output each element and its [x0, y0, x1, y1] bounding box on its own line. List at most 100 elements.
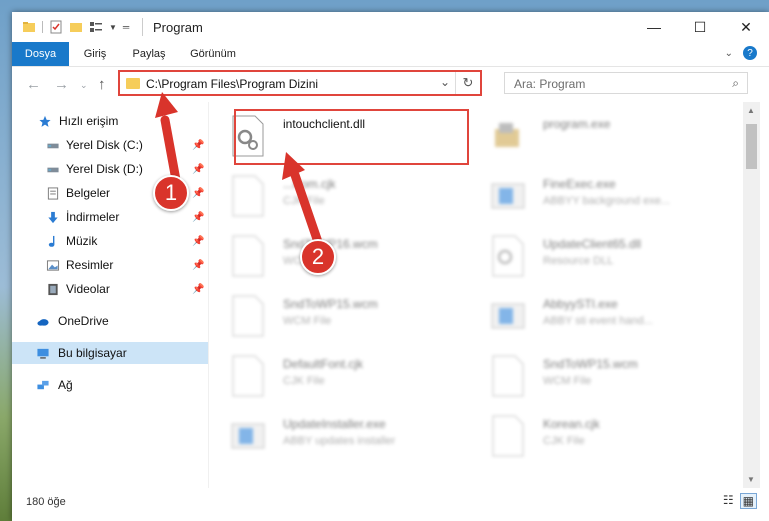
file-type: CJK File	[543, 435, 585, 447]
file-type: CJK File	[283, 375, 325, 387]
new-folder-icon[interactable]	[69, 20, 83, 34]
file-item[interactable]: Korean.cjk CJK File	[469, 407, 709, 463]
minimize-button[interactable]: —	[631, 12, 677, 42]
callout-badge-1: 1	[153, 175, 189, 211]
file-item[interactable]: SndToWP15.wcm WCM File	[209, 287, 449, 343]
chevron-down-icon[interactable]: ▼	[109, 23, 117, 32]
tab-share[interactable]: Paylaş	[122, 42, 176, 66]
maximize-button[interactable]: ☐	[677, 12, 723, 42]
sidebar-item-music[interactable]: Müzik 📌	[12, 230, 208, 252]
blank-file-icon	[232, 355, 264, 397]
help-icon[interactable]: ?	[743, 46, 757, 60]
cloud-icon	[37, 318, 49, 326]
star-icon	[39, 115, 51, 127]
details-view-icon[interactable]: ☷	[723, 493, 734, 509]
recent-locations-icon[interactable]: ⌄	[80, 80, 88, 91]
large-icons-view-icon[interactable]: ▦	[739, 493, 757, 509]
status-bar: 180 öğe ☷ ▦	[12, 488, 769, 521]
file-name: DefaultFont.cjk	[283, 357, 364, 371]
pin-icon: 📌	[192, 283, 205, 295]
sidebar-item-label: Müzik	[66, 234, 98, 248]
scroll-down-icon[interactable]: ▼	[747, 475, 755, 484]
title-bar: ▼ ═ Program — ☐ ✕	[12, 12, 769, 42]
ribbon-controls: ⌄ ?	[725, 46, 757, 60]
properties-icon[interactable]	[49, 20, 63, 34]
highlight-box	[234, 109, 469, 165]
forward-arrow-icon[interactable]: →	[54, 76, 69, 93]
pin-icon: 📌	[192, 139, 205, 151]
app-window-icon	[231, 423, 265, 449]
navigation-bar: ← → ⌄ ↑ C:\Program Files\Program Dizini …	[12, 67, 769, 101]
file-item[interactable]: program.exe	[469, 107, 709, 163]
ribbon-tabs: Dosya Giriş Paylaş Görünüm ⌄ ?	[12, 42, 769, 67]
file-type: Resource DLL	[543, 255, 614, 267]
app-window-icon	[491, 183, 525, 209]
file-type: ABBYY background exe...	[543, 195, 670, 207]
dll-gear-icon	[492, 235, 524, 277]
blank-file-icon	[232, 175, 264, 217]
tab-file[interactable]: Dosya	[12, 42, 69, 66]
sidebar-item-this-pc[interactable]: Bu bilgisayar	[12, 342, 208, 364]
close-button[interactable]: ✕	[723, 12, 769, 42]
blank-file-icon	[232, 295, 264, 337]
file-name: FineExec.exe	[543, 177, 616, 191]
search-box[interactable]: Ara: Program ⌕	[504, 72, 748, 94]
up-arrow-icon[interactable]: ↑	[98, 76, 106, 93]
file-name: SndToWP15.wcm	[543, 357, 638, 371]
file-item[interactable]: ...Kom.cjk CJK File	[209, 167, 449, 223]
file-name: UpdateInstaller.exe	[283, 417, 386, 431]
window-title: Program	[153, 20, 203, 35]
sidebar-item-label: Hızlı erişim	[59, 114, 119, 128]
tab-home[interactable]: Giriş	[72, 42, 118, 66]
refresh-icon: ↻	[462, 75, 474, 90]
file-name: Korean.cjk	[543, 417, 600, 431]
sidebar-item-pictures[interactable]: Resimler 📌	[12, 254, 208, 276]
address-bar[interactable]: C:\Program Files\Program Dizini ⌄ ↻	[118, 70, 482, 96]
pictures-icon	[46, 259, 60, 271]
pin-icon: 📌	[192, 187, 205, 199]
maximize-icon: ☐	[693, 18, 707, 35]
sidebar-item-label: Yerel Disk (C:)	[66, 138, 143, 152]
title-separator	[142, 18, 143, 36]
sidebar-item-label: Bu bilgisayar	[58, 346, 127, 360]
file-type: WCM File	[543, 375, 592, 387]
sidebar-item-videos[interactable]: Videolar 📌	[12, 278, 208, 300]
folder-icon	[23, 22, 35, 32]
expand-ribbon-icon[interactable]: ⌄	[725, 48, 733, 59]
search-placeholder: Ara: Program	[514, 77, 586, 91]
file-name: UpdateClient65.dll	[543, 237, 642, 251]
refresh-button[interactable]: ↻	[455, 72, 480, 94]
file-item[interactable]: UpdateClient65.dll Resource DLL	[469, 227, 709, 283]
address-dropdown-icon[interactable]: ⌄	[440, 75, 450, 89]
search-icon: ⌕	[732, 76, 739, 90]
exe-icon	[495, 123, 519, 147]
file-name: ...Kom.cjk	[283, 177, 336, 191]
file-type: ABBY sti event hand...	[543, 315, 653, 327]
sidebar-item-network[interactable]: Ağ	[12, 374, 208, 396]
sidebar-item-label: Belgeler	[66, 186, 111, 200]
view-options-icon[interactable]	[89, 20, 103, 34]
separator	[42, 21, 43, 33]
address-path: C:\Program Files\Program Dizini	[146, 77, 319, 91]
file-item[interactable]: AbbyySTI.exe ABBY sti event hand...	[469, 287, 709, 343]
vertical-scrollbar[interactable]: ▲ ▼	[743, 102, 760, 488]
sidebar-item-label: Resimler	[66, 258, 114, 272]
network-icon	[37, 380, 49, 389]
sidebar-item-label: Ağ	[58, 378, 73, 392]
file-item[interactable]: UpdateInstaller.exe ABBY updates install…	[209, 407, 449, 463]
customize-toolbar-icon[interactable]: ═	[123, 22, 129, 32]
file-name: SndToWP15.wcm	[283, 297, 378, 311]
file-item[interactable]: DefaultFont.cjk CJK File	[209, 347, 449, 403]
computer-icon	[37, 348, 49, 359]
sidebar-item-onedrive[interactable]: OneDrive	[12, 310, 208, 332]
file-item[interactable]: SndToWP15.wcm WCM File	[469, 347, 709, 403]
scroll-thumb[interactable]	[746, 124, 757, 169]
sidebar-item-drive-c[interactable]: Yerel Disk (C:) 📌	[12, 134, 208, 156]
tab-view[interactable]: Görünüm	[180, 42, 246, 66]
folder-icon	[126, 78, 140, 89]
sidebar-item-quick-access[interactable]: Hızlı erişim	[12, 110, 208, 132]
back-arrow-icon[interactable]: ←	[26, 76, 41, 93]
file-item[interactable]: FineExec.exe ABBYY background exe...	[469, 167, 709, 223]
app-window-icon	[491, 303, 525, 329]
scroll-up-icon[interactable]: ▲	[747, 106, 755, 115]
